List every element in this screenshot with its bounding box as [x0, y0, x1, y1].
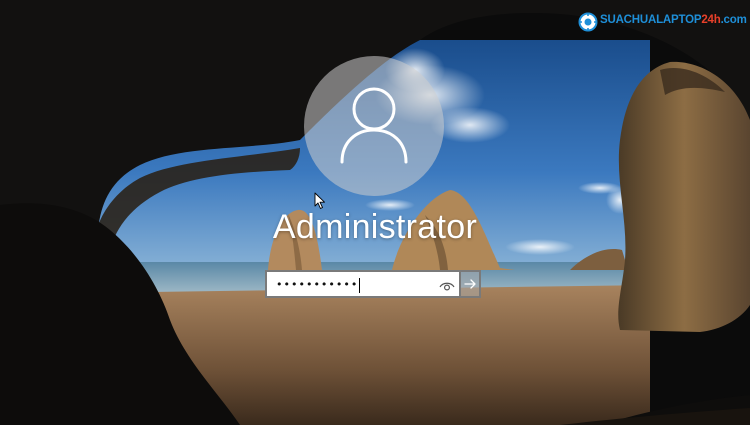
password-box: ••••••••••• — [265, 270, 481, 298]
password-input[interactable]: ••••••••••• — [265, 270, 459, 298]
submit-button[interactable] — [459, 270, 481, 298]
watermark-text-main: SUACHUALAPTOP — [600, 14, 702, 26]
watermark-text-accent: 24h — [701, 14, 721, 26]
user-name: Administrator — [272, 208, 478, 246]
watermark-text-suffix: .com — [720, 14, 747, 26]
watermark-text: SUACHUALAPTOP24h.com — [600, 14, 747, 26]
user-silhouette-icon — [340, 87, 408, 164]
text-caret — [359, 277, 361, 293]
eye-icon[interactable] — [439, 279, 455, 293]
arrow-right-icon — [464, 279, 476, 289]
gear-icon — [578, 12, 598, 32]
mouse-pointer-icon — [314, 192, 325, 209]
password-dots: ••••••••••• — [276, 278, 359, 291]
password-masked-value: ••••••••••• — [276, 275, 361, 295]
site-watermark: SUACHUALAPTOP24h.com — [578, 11, 747, 33]
user-avatar — [304, 56, 444, 196]
